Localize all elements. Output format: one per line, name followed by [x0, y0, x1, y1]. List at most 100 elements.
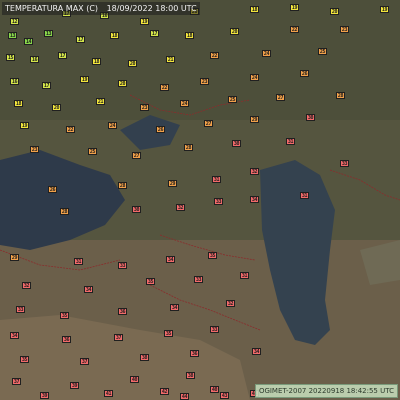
station-marker: 33 — [16, 306, 25, 313]
station-marker: 13 — [8, 32, 17, 39]
station-marker: 21 — [96, 98, 105, 105]
station-marker: 31 — [212, 176, 221, 183]
station-marker: 26 — [156, 126, 165, 133]
station-markers: 12 17 16 19 20 18 19 20 19 13 14 13 17 18 17 18 20 22 23 15… — [0, 0, 400, 400]
station-marker: 25 — [88, 148, 97, 155]
station-marker: 34 — [252, 348, 261, 355]
station-marker: 16 — [10, 78, 19, 85]
station-marker: 33 — [210, 326, 219, 333]
station-marker: 26 — [48, 186, 57, 193]
station-marker: 18 — [185, 32, 194, 39]
station-marker: 25 — [318, 48, 327, 55]
station-marker: 22 — [160, 84, 169, 91]
station-marker: 17 — [150, 30, 159, 37]
station-marker: 34 — [250, 196, 259, 203]
station-marker: 43 — [220, 392, 229, 399]
station-marker: 32 — [250, 168, 259, 175]
station-marker: 40 — [130, 376, 139, 383]
station-marker: 14 — [24, 38, 33, 45]
station-marker: 24 — [180, 100, 189, 107]
station-marker: 34 — [166, 256, 175, 263]
station-marker: 29 — [168, 180, 177, 187]
station-marker: 18 — [250, 6, 259, 13]
station-marker: 17 — [42, 82, 51, 89]
station-marker: 41 — [104, 390, 113, 397]
station-marker: 22 — [66, 126, 75, 133]
station-marker: 19 — [80, 76, 89, 83]
station-marker: 31 — [74, 258, 83, 265]
station-marker: 32 — [226, 300, 235, 307]
weather-map: 12 17 16 19 20 18 19 20 19 13 14 13 17 18 17 18 20 22 23 15… — [0, 0, 400, 400]
station-marker: 16 — [30, 56, 39, 63]
station-marker: 23 — [200, 78, 209, 85]
station-marker: 39 — [70, 382, 79, 389]
station-marker: 28 — [60, 208, 69, 215]
station-marker: 19 — [20, 122, 29, 129]
station-marker: 37 — [80, 358, 89, 365]
station-marker: 31 — [240, 272, 249, 279]
station-marker: 13 — [44, 30, 53, 37]
source-credit: OGIMET-2007 20220918 18:42:55 UTC — [254, 384, 398, 398]
station-marker: 40 — [210, 386, 219, 393]
station-marker: 20 — [52, 104, 61, 111]
title-datetime: 18/09/2022 18:00 UTC — [106, 4, 197, 13]
station-marker: 30 — [132, 206, 141, 213]
station-marker: 36 — [62, 336, 71, 343]
station-marker: 30 — [306, 114, 315, 121]
station-marker: 15 — [6, 54, 15, 61]
station-marker: 44 — [180, 393, 189, 400]
station-marker: 33 — [214, 198, 223, 205]
station-marker: 25 — [228, 96, 237, 103]
station-marker: 37 — [12, 378, 21, 385]
station-marker: 34 — [170, 304, 179, 311]
station-marker: 17 — [76, 36, 85, 43]
station-marker: 33 — [340, 160, 349, 167]
station-marker: 38 — [186, 372, 195, 379]
station-marker: 20 — [118, 80, 127, 87]
station-marker: 35 — [208, 252, 217, 259]
station-marker: 23 — [30, 146, 39, 153]
station-marker: 28 — [336, 92, 345, 99]
station-marker: 24 — [262, 50, 271, 57]
station-marker: 20 — [230, 28, 239, 35]
station-marker: 31 — [300, 192, 309, 199]
station-marker: 23 — [340, 26, 349, 33]
map-title: TEMPERATURA MAX (C) 18/09/2022 18:00 UTC — [2, 2, 200, 15]
station-marker: 20 — [128, 60, 137, 67]
station-marker: 39 — [40, 392, 49, 399]
station-marker: 36 — [190, 350, 199, 357]
station-marker: 34 — [10, 332, 19, 339]
station-marker: 27 — [276, 94, 285, 101]
station-marker: 24 — [108, 122, 117, 129]
station-marker: 35 — [60, 312, 69, 319]
station-marker: 29 — [10, 254, 19, 261]
station-marker: 26 — [300, 70, 309, 77]
station-marker: 38 — [140, 354, 149, 361]
station-marker: 29 — [250, 116, 259, 123]
station-marker: 32 — [22, 282, 31, 289]
station-marker: 12 — [10, 18, 19, 25]
station-marker: 42 — [160, 388, 169, 395]
station-marker: 33 — [194, 276, 203, 283]
station-marker: 28 — [118, 182, 127, 189]
station-marker: 30 — [232, 140, 241, 147]
station-marker: 27 — [204, 120, 213, 127]
station-marker: 19 — [290, 4, 299, 11]
station-marker: 27 — [132, 152, 141, 159]
station-marker: 37 — [114, 334, 123, 341]
station-marker: 22 — [210, 52, 219, 59]
station-marker: 18 — [110, 32, 119, 39]
station-marker: 32 — [176, 204, 185, 211]
station-marker: 21 — [166, 56, 175, 63]
station-marker: 18 — [14, 100, 23, 107]
station-marker: 19 — [380, 6, 389, 13]
station-marker: 24 — [250, 74, 259, 81]
station-marker: 23 — [140, 104, 149, 111]
station-marker: 34 — [84, 286, 93, 293]
station-marker: 28 — [184, 144, 193, 151]
station-marker: 20 — [330, 8, 339, 15]
station-marker: 35 — [20, 356, 29, 363]
station-marker: 18 — [92, 58, 101, 65]
station-marker: 31 — [286, 138, 295, 145]
station-marker: 35 — [164, 330, 173, 337]
